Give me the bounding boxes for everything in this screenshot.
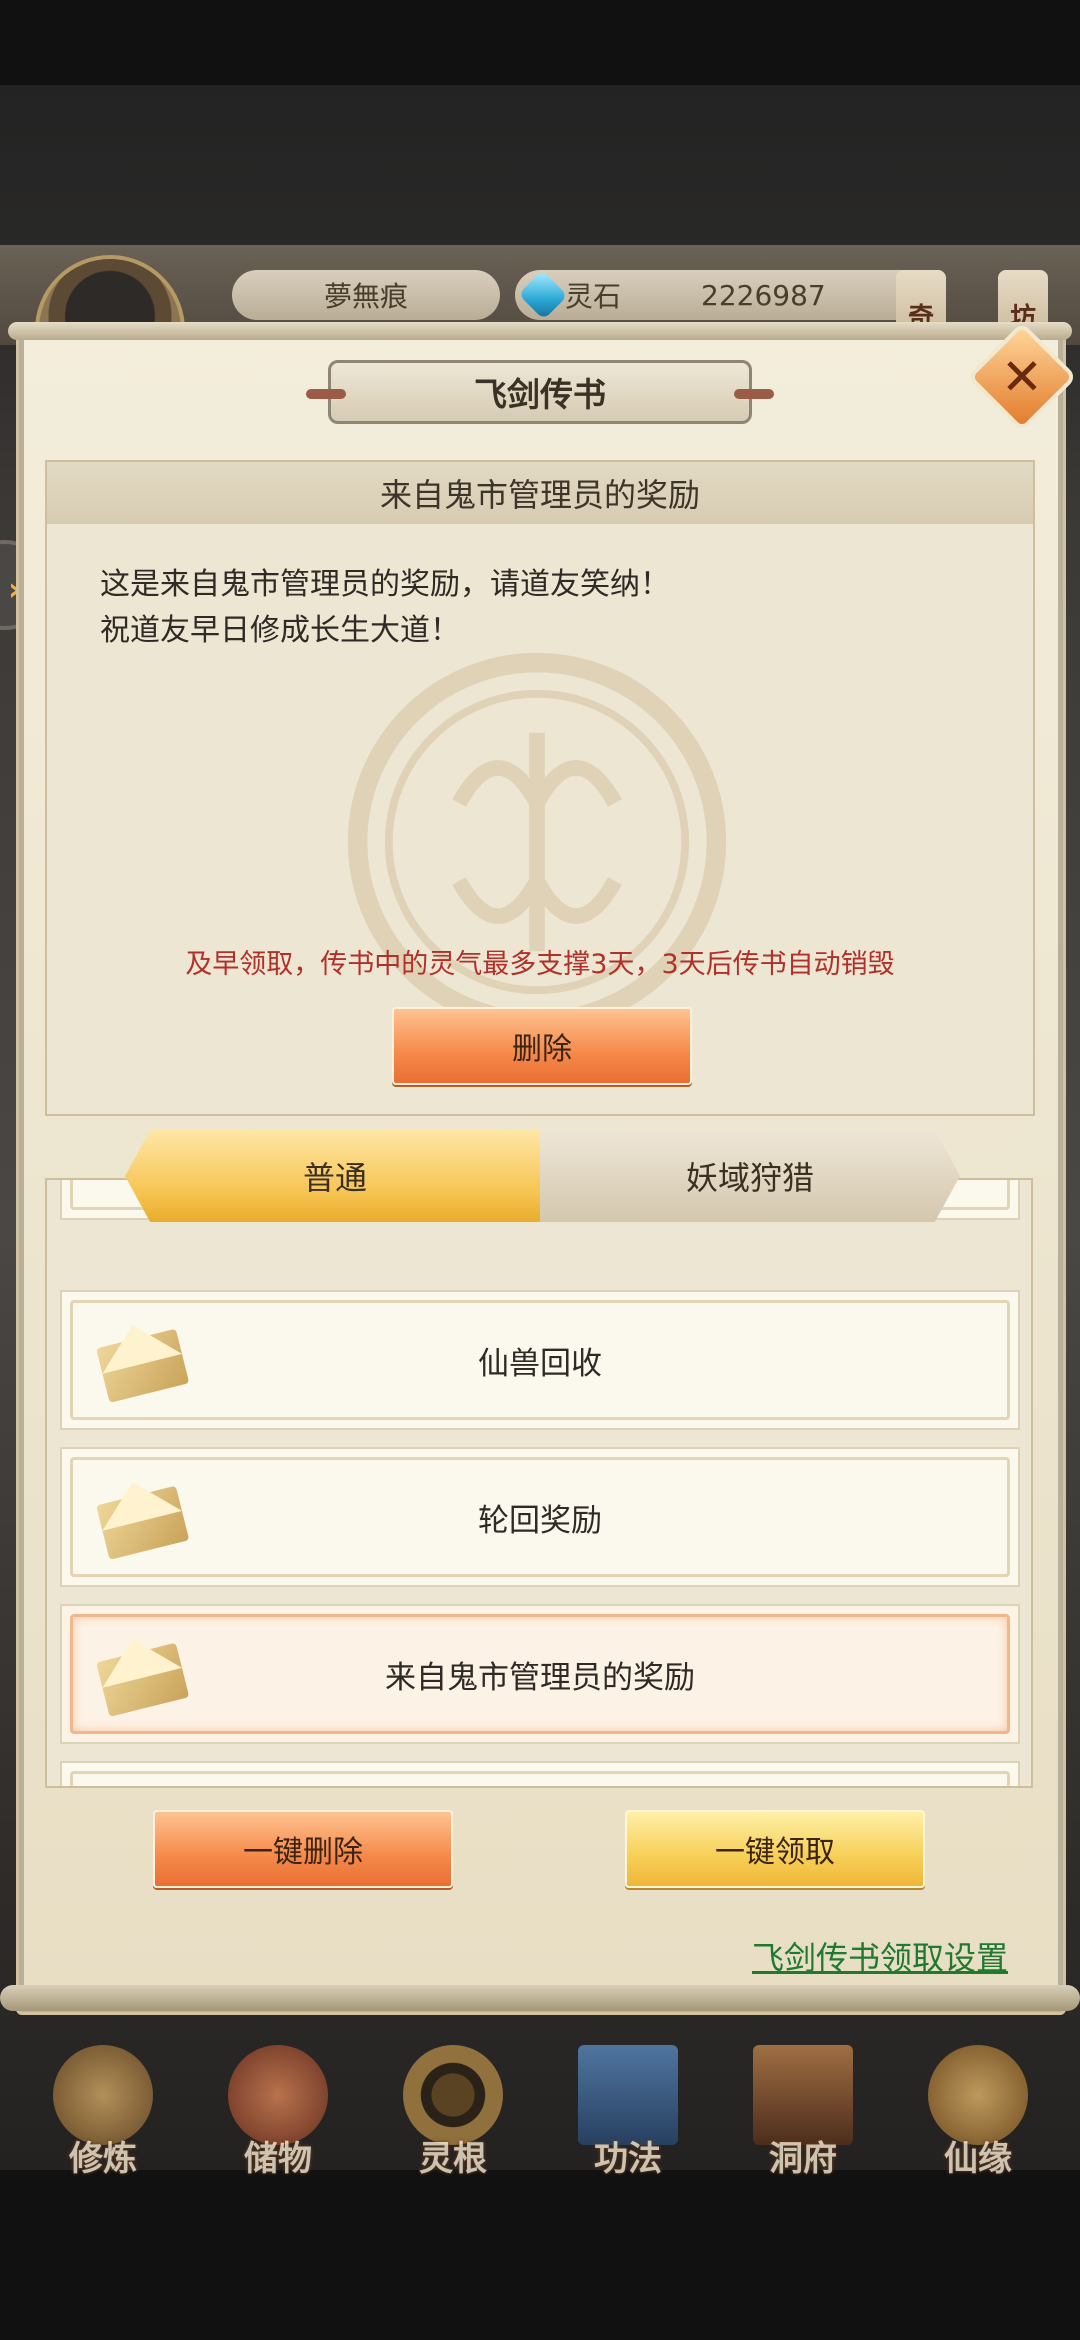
expiry-warning: 及早领取，传书中的灵气最多支撑3天，3天后传书自动销毁 (185, 949, 895, 980)
list-item-title: 来自鬼市管理员的奖励 (70, 1614, 1010, 1734)
mail-body-line: 祝道友早日修成长生大道！ (100, 613, 460, 648)
list-item-title: 仙兽回收 (70, 1300, 1010, 1420)
mail-body-line: 这是来自鬼市管理员的奖励，请道友笑纳！ (100, 567, 670, 602)
tab-normal[interactable]: 普通 (125, 1130, 545, 1222)
scroll-top-rod (8, 322, 1072, 340)
list-item[interactable]: 仙兽回收 (60, 1290, 1020, 1430)
spirit-stone-amount: 2226987 (701, 278, 826, 312)
mail-body: 这是来自鬼市管理员的奖励，请道友笑纳！ 祝道友早日修成长生大道！ (100, 562, 980, 654)
nav-label: 修炼 (69, 2139, 137, 2179)
nav-label: 仙缘 (944, 2139, 1012, 2179)
gourd-icon (928, 2045, 1028, 2145)
mail-detail-panel: 来自鬼市管理员的奖励 这是来自鬼市管理员的奖励，请道友笑纳！ 祝道友早日修成长生… (45, 460, 1035, 1116)
nav-label: 功法 (594, 2139, 662, 2179)
nav-spirit-root[interactable]: 灵根 (383, 2035, 523, 2185)
delete-all-button[interactable]: 一键删除 (153, 1810, 453, 1888)
scroll-bottom-rod (0, 1985, 1080, 2011)
mail-subject: 来自鬼市管理员的奖励 (47, 462, 1033, 524)
nav-label: 洞府 (769, 2139, 837, 2179)
spirit-stone-label: 灵石 (565, 280, 622, 313)
nav-label: 储物 (244, 2139, 312, 2179)
nav-label: 灵根 (419, 2139, 487, 2179)
list-item[interactable] (60, 1761, 1020, 1786)
claim-all-button[interactable]: 一键领取 (625, 1810, 925, 1888)
cultivate-icon (53, 2045, 153, 2145)
book-icon (578, 2045, 678, 2145)
nav-storage[interactable]: 储物 (208, 2035, 348, 2185)
dialog-title: 飞剑传书 (306, 360, 774, 424)
tab-demon-hunt[interactable]: 妖域狩猎 (540, 1130, 960, 1222)
spirit-stone-counter: 灵石 2226987 (515, 270, 935, 320)
nav-cave-house[interactable]: 洞府 (733, 2035, 873, 2185)
claim-settings-link[interactable]: 飞剑传书领取设置 (752, 1933, 1008, 1979)
nav-technique[interactable]: 功法 (558, 2035, 698, 2185)
cave-house-icon (753, 2045, 853, 2145)
nav-fate[interactable]: 仙缘 (908, 2035, 1048, 2185)
close-icon: ✕ (1001, 348, 1043, 406)
bottom-nav: 修炼 储物 灵根 功法 洞府 仙缘 (0, 2035, 1080, 2185)
list-item-selected[interactable]: 来自鬼市管理员的奖励 (60, 1604, 1020, 1744)
nav-cultivate[interactable]: 修炼 (33, 2035, 173, 2185)
screen: 夢無痕 灵石 2226987 奇 坊 › 飞剑传书 ✕ 来自鬼市管理员的奖励 这… (0, 0, 1080, 2340)
list-item[interactable]: 轮回奖励 (60, 1447, 1020, 1587)
list-item-title: 轮回奖励 (70, 1457, 1010, 1577)
mail-list[interactable]: 仙兽回收 轮回奖励 来自鬼市管理员的奖励 (45, 1178, 1033, 1788)
delete-button[interactable]: 删除 (392, 1007, 692, 1085)
player-name: 夢無痕 (232, 270, 500, 320)
mail-tabs: 普通 妖域狩猎 (125, 1130, 960, 1222)
storage-bag-icon (228, 2045, 328, 2145)
spirit-stone-icon (518, 270, 568, 320)
spirit-root-icon (403, 2045, 503, 2145)
